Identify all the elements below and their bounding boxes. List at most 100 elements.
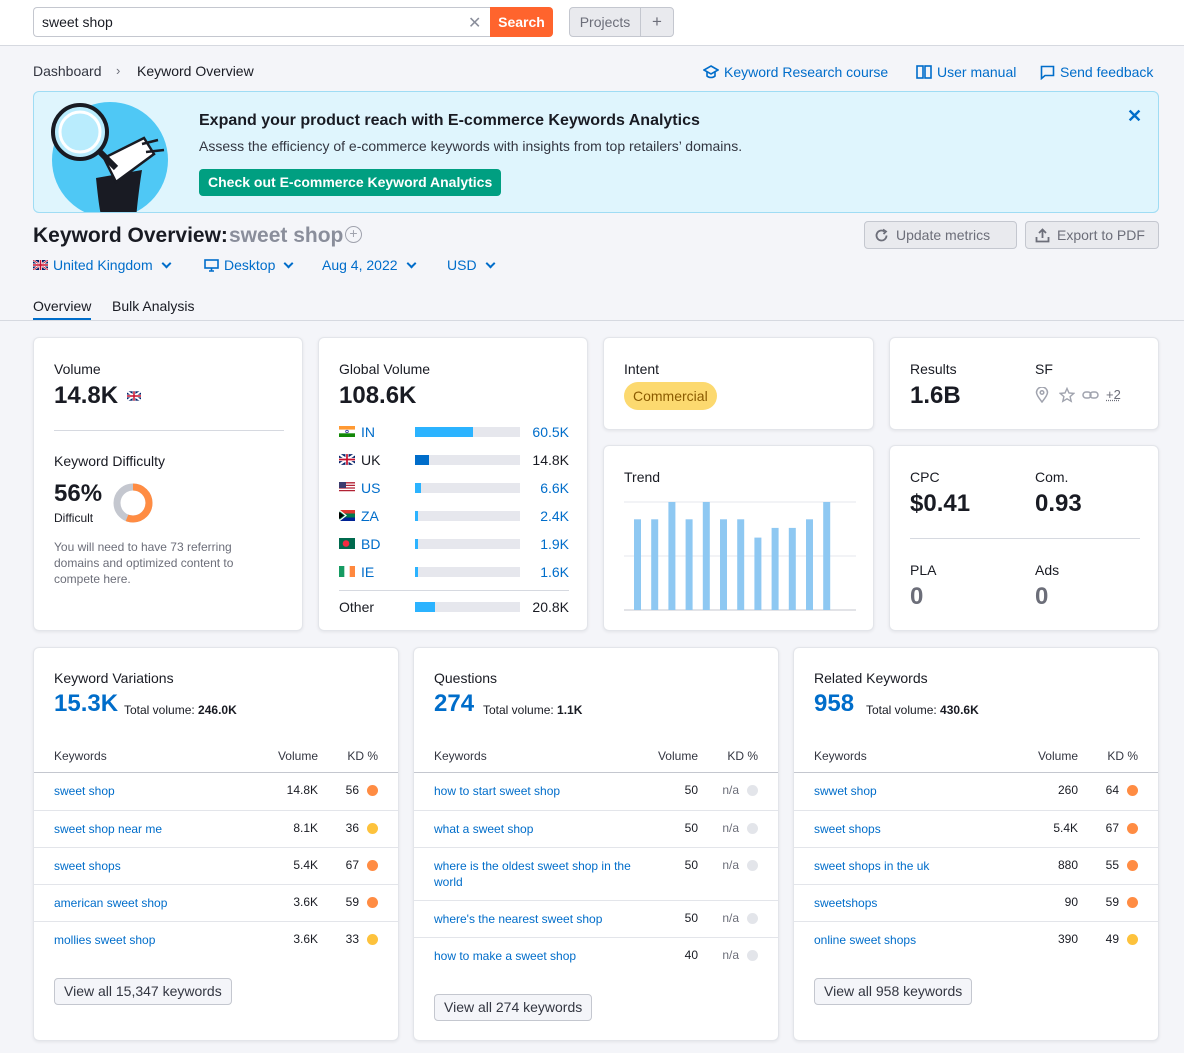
sf-more-link[interactable]: +2 [1106,387,1121,402]
keyword-link[interactable]: sweet shop [54,783,254,799]
kd-indicator-dot [1127,934,1138,945]
country-volume: 6.6K [540,480,569,496]
currency-filter[interactable]: USD [447,257,496,273]
volume-column-header[interactable]: Volume [658,749,698,763]
kd-indicator-dot [1127,823,1138,834]
view-all-button[interactable]: View all 958 keywords [814,978,973,1005]
keyword-link[interactable]: swwet shop [814,783,1014,799]
country-bar-fill [415,455,429,465]
related-count[interactable]: 958 [814,690,854,718]
trend-bar[interactable] [634,519,641,610]
keyword-link[interactable]: how to make a sweet shop [434,948,634,964]
keyword-link[interactable]: sweet shop near me [54,821,254,837]
total-volume-value: 246.0K [198,703,237,717]
clear-icon[interactable]: ✕ [468,13,481,33]
questions-card: Questions 274 Total volume: 1.1K Keywords Vo… [413,647,779,1041]
country-bar-fill [415,602,435,612]
trend-bar[interactable] [771,527,779,610]
country-row-uk[interactable]: UK 14.8K [339,452,569,468]
india-flag-icon [339,426,355,437]
keyword-link[interactable]: what a sweet shop [434,821,634,837]
questions-count[interactable]: 274 [434,690,474,718]
trend-bar[interactable] [788,527,796,610]
keyword-volume: 50 [684,858,698,872]
view-all-button[interactable]: View all 274 keywords [434,994,593,1021]
star-icon [1059,387,1075,403]
country-row-us[interactable]: US 6.6K [339,480,569,496]
tab-bulk-analysis[interactable]: Bulk Analysis [112,298,194,314]
breadcrumb-dashboard[interactable]: Dashboard [33,63,102,79]
keyword-link[interactable]: online sweet shops [814,932,1014,948]
kd-column-header[interactable]: KD % [347,749,378,763]
send-feedback-link[interactable]: Send feedback [1040,64,1153,80]
keyword-link[interactable]: where's the nearest sweet shop [434,911,634,927]
keyword-link[interactable]: sweet shops in the uk [814,858,1014,874]
keyword-research-course-link[interactable]: Keyword Research course [703,64,888,80]
trend-bar[interactable] [702,502,710,610]
country-row-ie[interactable]: IE 1.6K [339,564,569,580]
trend-bar[interactable] [720,519,727,610]
volume-card: Volume 14.8K Keyword Difficulty 56% Diff… [33,337,303,631]
device-filter[interactable]: Desktop [204,257,294,273]
trend-bar[interactable] [685,519,693,610]
volume-column-header[interactable]: Volume [278,749,318,763]
variations-label: Keyword Variations [54,670,174,686]
table-row: what a sweet shop 50 n/a [414,810,778,847]
date-filter[interactable]: Aug 4, 2022 [322,257,416,273]
keyword-volume: 390 [1057,932,1078,946]
search-input[interactable] [42,14,442,30]
trend-bar[interactable] [806,519,813,610]
projects-button[interactable]: Projects [569,7,641,37]
keyword-kd: 64 [1105,783,1119,797]
close-banner-icon[interactable]: ✕ [1127,106,1142,127]
add-to-list-icon[interactable]: + [345,226,362,243]
global-volume-card: Global Volume 108.6K IN 60.5K UK 14.8K U… [318,337,588,631]
update-metrics-button[interactable]: Update metrics [864,221,1017,249]
keyword-link[interactable]: sweet shops [54,858,254,874]
keyword-link[interactable]: american sweet shop [54,895,254,911]
send-feedback-label: Send feedback [1060,64,1154,80]
kd-column-header[interactable]: KD % [1107,749,1138,763]
trend-bar[interactable] [754,537,762,610]
export-pdf-button[interactable]: Export to PDF [1025,221,1159,249]
global-volume-label: Global Volume [339,361,431,377]
volume-column-header[interactable]: Volume [1038,749,1078,763]
keyword-link[interactable]: sweet shops [814,821,1014,837]
keyword-link[interactable]: mollies sweet shop [54,932,254,948]
tab-overview[interactable]: Overview [33,298,92,320]
divider [339,590,569,591]
country-row-in[interactable]: IN 60.5K [339,424,569,440]
trend-bar[interactable] [737,519,745,610]
link-icon [1082,391,1099,399]
keyword-kd: n/a [722,821,739,835]
add-project-button[interactable]: + [640,7,674,37]
country-filter-label: United Kingdom [53,257,153,273]
ecommerce-analytics-button[interactable]: Check out E-commerce Keyword Analytics [199,169,502,196]
top-bar: ✕ Search Projects + [0,0,1184,46]
kd-column-header[interactable]: KD % [727,749,758,763]
keyword-link[interactable]: sweetshops [814,895,1014,911]
country-row-za[interactable]: ZA 2.4K [339,508,569,524]
country-bar-fill [415,567,418,577]
country-filter[interactable]: United Kingdom [33,257,172,273]
country-row-bd[interactable]: BD 1.9K [339,536,569,552]
chevron-down-icon [406,258,416,268]
keyword-volume: 90 [1064,895,1078,909]
desktop-icon [204,258,219,272]
trend-bar[interactable] [651,519,659,610]
trend-bar[interactable] [668,502,676,610]
keyword-volume: 3.6K [293,895,318,909]
view-all-button[interactable]: View all 15,347 keywords [54,978,232,1005]
keyword-link[interactable]: how to start sweet shop [434,783,634,799]
user-manual-link[interactable]: User manual [916,64,1016,80]
trend-bar[interactable] [823,502,831,610]
country-bar [415,427,520,437]
country-bar [415,511,520,521]
search-button[interactable]: Search [490,7,553,37]
cpc-label: CPC [910,469,940,485]
keyword-link[interactable]: where is the oldest sweet shop in the wo… [434,858,634,890]
country-bar-fill [415,427,473,437]
keyword-difficulty-value: 56% [54,480,103,507]
search-box[interactable]: ✕ [33,7,491,37]
variations-count[interactable]: 15.3K [54,690,118,718]
